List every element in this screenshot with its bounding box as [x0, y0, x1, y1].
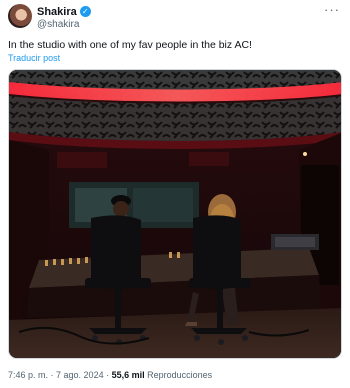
avatar[interactable] — [8, 4, 32, 28]
author-handle[interactable]: @shakira — [37, 19, 79, 30]
views-count: 55,6 mil — [111, 370, 145, 380]
translate-post-link[interactable]: Traducir post — [8, 53, 60, 63]
tweet-header: Shakira ✓ @shakira ··· — [8, 3, 342, 34]
tweet-text: In the studio with one of my fav people … — [8, 39, 252, 51]
tweet-photo[interactable] — [8, 69, 342, 359]
tweet-time[interactable]: 7:46 p. m. — [8, 370, 48, 380]
meta-separator: · — [48, 370, 57, 380]
verified-badge-icon: ✓ — [79, 6, 91, 17]
more-options-icon[interactable]: ··· — [324, 3, 340, 16]
meta-separator-2: · — [103, 370, 112, 380]
tweet-meta: 7:46 p. m. · 7 ago. 2024 · 55,6 mil Repr… — [8, 370, 212, 380]
tweet-date[interactable]: 7 ago. 2024 — [56, 370, 104, 380]
author-name-row[interactable]: Shakira ✓ — [37, 4, 91, 19]
studio-photo — [9, 70, 341, 358]
author-display-name[interactable]: Shakira — [37, 6, 77, 18]
views-label: Reproducciones — [147, 370, 213, 380]
